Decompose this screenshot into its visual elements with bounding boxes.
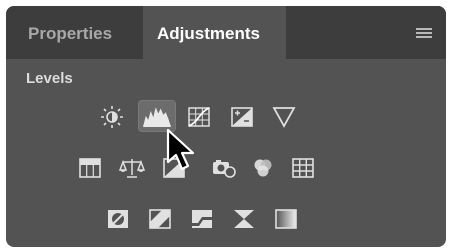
brightness-contrast-icon[interactable] bbox=[98, 105, 126, 129]
vibrance-icon[interactable] bbox=[270, 105, 298, 129]
gradient-map-icon[interactable] bbox=[272, 207, 300, 231]
invert-icon[interactable] bbox=[104, 207, 132, 231]
hamburger-icon[interactable] bbox=[416, 28, 432, 39]
color-balance-icon[interactable] bbox=[118, 156, 146, 180]
threshold-icon[interactable] bbox=[188, 207, 216, 231]
panel-tab-bar: Properties Adjustments bbox=[6, 6, 446, 59]
tab-adjustments[interactable]: Adjustments bbox=[143, 6, 286, 59]
photo-filter-icon[interactable] bbox=[210, 156, 238, 180]
curves-icon[interactable] bbox=[185, 105, 213, 129]
hue-saturation-icon[interactable] bbox=[76, 156, 104, 180]
color-lookup-icon[interactable] bbox=[289, 156, 317, 180]
exposure-icon[interactable] bbox=[228, 105, 256, 129]
selective-color-icon[interactable] bbox=[230, 207, 258, 231]
adjustments-panel: Properties Adjustments Levels bbox=[6, 6, 446, 247]
section-title: Levels bbox=[26, 70, 73, 87]
tab-properties[interactable]: Properties bbox=[28, 6, 112, 59]
mouse-pointer-icon bbox=[166, 128, 196, 174]
levels-icon[interactable] bbox=[138, 100, 176, 132]
channel-mixer-icon[interactable] bbox=[249, 156, 277, 180]
posterize-icon[interactable] bbox=[146, 207, 174, 231]
